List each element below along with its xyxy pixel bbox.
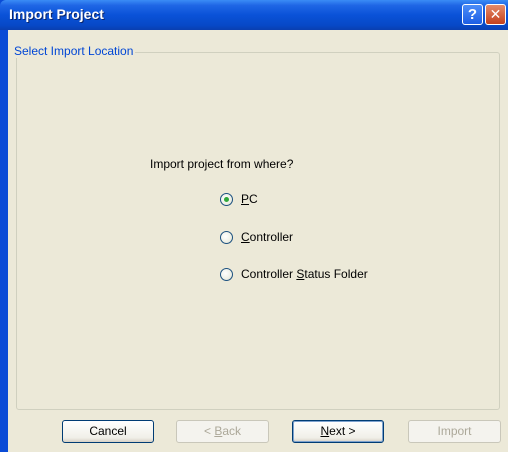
option-pc[interactable]: PC <box>220 191 258 207</box>
import-button[interactable]: Import <box>408 420 501 443</box>
radio-pc[interactable] <box>220 192 233 206</box>
cancel-button[interactable]: Cancel <box>62 420 154 443</box>
window-title: Import Project <box>9 6 104 22</box>
dialog-body: Select Import Location Import project fr… <box>8 30 508 452</box>
option-pc-label[interactable]: PC <box>241 192 258 206</box>
help-icon[interactable]: ? <box>462 4 483 25</box>
import-question-label: Import project from where? <box>150 157 294 171</box>
option-controller-status-folder-label[interactable]: Controller Status Folder <box>241 267 368 281</box>
next-button[interactable]: Next > <box>292 420 384 443</box>
option-controller-status-folder[interactable]: Controller Status Folder <box>220 266 368 282</box>
option-controller-label[interactable]: Controller <box>241 230 293 244</box>
radio-controller-status-folder[interactable] <box>220 267 233 281</box>
option-controller[interactable]: Controller <box>220 229 293 245</box>
close-icon[interactable]: ✕ <box>485 4 506 25</box>
back-button[interactable]: < Back <box>176 420 269 443</box>
radio-controller[interactable] <box>220 230 233 244</box>
title-bar[interactable]: Import Project ? ✕ <box>0 0 508 30</box>
group-caption: Select Import Location <box>12 44 136 58</box>
import-project-dialog: Import Project ? ✕ Select Import Locatio… <box>0 0 508 452</box>
